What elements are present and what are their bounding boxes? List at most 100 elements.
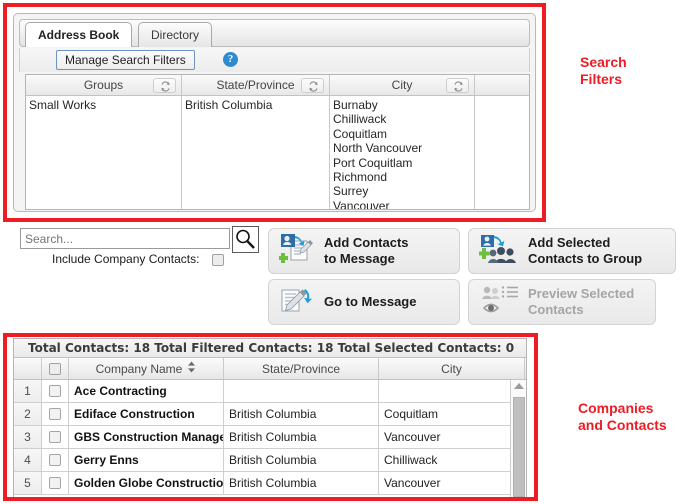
search-button[interactable] [232,226,259,253]
row-city: Chilliwack [379,449,525,471]
filter-col-groups-label: Groups [83,78,124,92]
filter-table-body: Small Works British Columbia Burnaby Chi… [26,96,529,209]
row-company: GBS Construction Manage [69,426,224,448]
row-checkbox-cell[interactable] [42,426,69,448]
filter-col-state-label: State/Province [216,78,295,92]
magnifier-icon [236,229,255,249]
filter-list-cities[interactable]: Burnaby Chilliwack Coquitlam North Vanco… [330,96,475,209]
include-company-contacts-label: Include Company Contacts: [52,252,200,266]
annotation-label-search-filters: Search Filters [580,54,627,87]
app-root: Address Book Directory Manage Search Fil… [0,0,691,504]
preview-selected-contacts-button[interactable]: Preview Selected Contacts [468,279,656,325]
refresh-groups-icon[interactable] [153,78,176,93]
row-checkbox[interactable] [49,454,61,466]
filter-toolbar: Manage Search Filters ? [19,48,530,72]
filter-city-item[interactable]: Coquitlam [333,127,471,141]
include-company-contacts-checkbox[interactable] [212,254,224,266]
row-checkbox[interactable] [49,477,61,489]
contacts-panel: Total Contacts: 18 Total Filtered Contac… [13,338,527,499]
table-row[interactable]: 4 Gerry Enns British Columbia Chilliwack [14,449,526,472]
filter-city-item[interactable]: Surrey [333,184,471,198]
row-checkbox[interactable] [49,385,61,397]
row-company: Golden Globe Construction [69,472,224,494]
filter-table-header: Groups State/Province City [26,75,529,96]
row-checkbox-cell[interactable] [42,472,69,494]
filter-group-item[interactable]: Small Works [29,98,178,112]
manage-search-filters-button[interactable]: Manage Search Filters [56,50,195,70]
row-checkbox-cell[interactable] [42,403,69,425]
table-row[interactable]: 1 Ace Contracting [14,380,526,403]
filter-city-item[interactable]: Chilliwack [333,112,471,126]
add-selected-contacts-to-group-button[interactable]: Add Selected Contacts to Group [468,228,676,274]
row-checkbox-cell[interactable] [42,380,69,402]
row-state [224,380,379,402]
refresh-city-icon[interactable] [446,78,469,93]
annotation-label-companies: Companies and Contacts [578,400,667,433]
preview-contacts-icon [479,284,519,321]
filter-col-state[interactable]: State/Province [182,75,330,95]
search-filter-table: Groups State/Province City Small Works B… [25,74,530,210]
contacts-col-company-label: Company Name [95,361,183,376]
table-row[interactable]: 2 Ediface Construction British Columbia … [14,403,526,426]
go-to-message-button[interactable]: Go to Message [268,279,460,325]
add-contacts-to-message-button[interactable]: Add Contacts to Message [268,228,460,274]
filter-list-extra [475,96,529,209]
row-checkbox[interactable] [49,408,61,420]
contacts-rows-viewport: 1 Ace Contracting 2 Ediface Construction… [14,380,526,499]
contacts-col-company[interactable]: Company Name [69,358,224,379]
row-checkbox[interactable] [49,431,61,443]
row-company: Gerry Enns [69,449,224,471]
filter-col-city[interactable]: City [330,75,475,95]
table-row[interactable]: 5 Golden Globe Construction British Colu… [14,472,526,495]
filter-col-groups[interactable]: Groups [26,75,182,95]
add-contacts-group-icon [478,232,519,271]
row-city [379,380,525,402]
filter-list-groups[interactable]: Small Works [26,96,182,209]
add-contacts-to-message-label: Add Contacts to Message [324,235,409,266]
row-checkbox-cell[interactable] [42,449,69,471]
filter-city-item[interactable]: Richmond [333,170,471,184]
filter-city-item[interactable]: Burnaby [333,98,471,112]
refresh-state-icon[interactable] [301,78,324,93]
row-state: British Columbia [224,403,379,425]
tab-address-book[interactable]: Address Book [25,22,133,47]
add-selected-contacts-to-group-label: Add Selected Contacts to Group [528,235,643,266]
contacts-table-header: Company Name State/Province City [14,358,526,380]
filter-city-item[interactable]: North Vancouver [333,141,471,155]
row-company: Ace Contracting [69,380,224,402]
contacts-col-state[interactable]: State/Province [224,358,379,379]
go-to-message-label: Go to Message [324,294,417,309]
preview-selected-contacts-label: Preview Selected Contacts [528,286,635,317]
help-icon[interactable]: ? [223,52,238,67]
filter-state-item[interactable]: British Columbia [185,98,326,112]
filter-col-city-label: City [391,78,413,92]
scrollbar-thumb[interactable] [513,397,525,497]
contacts-totals-bar: Total Contacts: 18 Total Filtered Contac… [14,339,526,358]
row-city: Vancouver [379,472,525,494]
search-input[interactable] [20,228,230,249]
go-to-message-icon [279,283,315,322]
contacts-col-selectall[interactable] [42,358,69,379]
contacts-col-rownum [14,358,42,379]
contacts-col-state-label: State/Province [261,361,341,376]
contacts-col-city[interactable]: City [379,358,525,379]
sort-arrows-icon[interactable] [187,361,196,376]
add-contact-message-icon [278,232,315,271]
search-filters-panel: Address Book Directory Manage Search Fil… [13,13,536,212]
row-state: British Columbia [224,472,379,494]
table-row[interactable]: 3 GBS Construction Manage British Columb… [14,426,526,449]
row-city: Vancouver [379,426,525,448]
select-all-checkbox[interactable] [49,362,61,375]
tab-strip: Address Book Directory [19,19,530,47]
row-number: 2 [14,403,42,425]
scroll-up-arrow-icon[interactable] [514,383,524,389]
filter-city-item[interactable]: Port Coquitlam [333,156,471,170]
filter-col-extra [475,75,529,95]
contacts-scrollbar[interactable] [510,380,526,499]
contacts-col-city-label: City [441,361,462,376]
tab-directory[interactable]: Directory [138,22,213,47]
filter-list-states[interactable]: British Columbia [182,96,330,209]
filter-city-item[interactable]: Vancouver [333,199,471,209]
row-number: 5 [14,472,42,494]
row-company: Ediface Construction [69,403,224,425]
